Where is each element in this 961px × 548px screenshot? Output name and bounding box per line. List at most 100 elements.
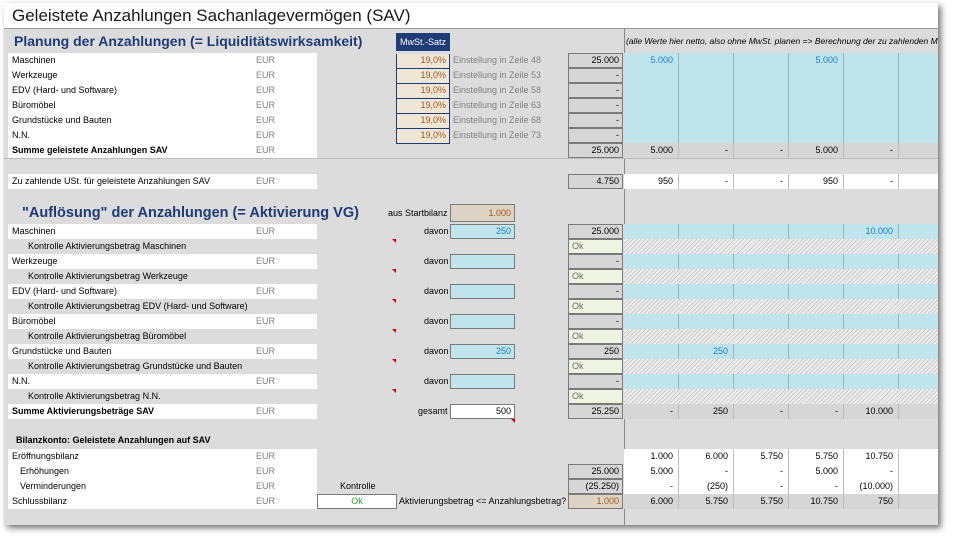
- planung-period-4[interactable]: 5.000: [789, 53, 844, 68]
- aufloesung-period-4[interactable]: [789, 374, 844, 389]
- aufloesung-period-6[interactable]: [899, 374, 938, 389]
- bilanz-period-4: 10.750: [789, 494, 844, 509]
- unit-label: EUR: [256, 70, 276, 80]
- startbilanz-value[interactable]: 1.000: [450, 204, 515, 222]
- aufloesung-period-6[interactable]: [899, 284, 938, 299]
- planung-period-4[interactable]: [789, 98, 844, 113]
- aufloesung-period-2[interactable]: [679, 284, 734, 299]
- planung-period-6[interactable]: [899, 128, 938, 143]
- aktivierung-sum-period-6: -: [899, 404, 938, 419]
- bilanz-period-6: 7: [899, 449, 938, 464]
- planung-period-2[interactable]: [679, 83, 734, 98]
- aufloesung-period-3[interactable]: [734, 374, 789, 389]
- mwst-rate-input[interactable]: 19,0%: [396, 99, 450, 114]
- planung-period-1[interactable]: 5.000: [624, 53, 679, 68]
- davon-input[interactable]: [450, 254, 515, 269]
- spreadsheet[interactable]: Geleistete Anzahlungen Sachanlagevermöge…: [4, 3, 938, 525]
- aufloesung-row-label: Büromöbel: [12, 316, 56, 326]
- aufloesung-period-1[interactable]: [624, 254, 679, 269]
- planung-period-1[interactable]: [624, 83, 679, 98]
- aufloesung-period-1[interactable]: [624, 284, 679, 299]
- planung-period-5[interactable]: [844, 98, 899, 113]
- aufloesung-period-1[interactable]: [624, 344, 679, 359]
- aufloesung-period-3[interactable]: [734, 344, 789, 359]
- planung-period-2[interactable]: [679, 68, 734, 83]
- aufloesung-period-6[interactable]: [899, 224, 938, 239]
- planung-period-6[interactable]: [899, 83, 938, 98]
- mwst-rate-input[interactable]: 19,0%: [396, 69, 450, 84]
- aufloesung-period-1[interactable]: [624, 314, 679, 329]
- aufloesung-period-6[interactable]: [899, 254, 938, 269]
- ust-period-4: 950: [789, 174, 844, 189]
- davon-input[interactable]: 250: [450, 344, 515, 359]
- aufloesung-period-6[interactable]: [899, 314, 938, 329]
- unit-label: EUR: [256, 130, 276, 140]
- planung-period-1[interactable]: [624, 98, 679, 113]
- planung-period-5[interactable]: [844, 113, 899, 128]
- planung-period-2[interactable]: [679, 128, 734, 143]
- planung-period-6[interactable]: [899, 98, 938, 113]
- aktivierung-sum-label: Summe Aktivierungsbeträge SAV: [12, 406, 155, 416]
- aufloesung-period-3[interactable]: [734, 314, 789, 329]
- planung-period-1[interactable]: [624, 113, 679, 128]
- aufloesung-period-3[interactable]: [734, 254, 789, 269]
- aufloesung-period-4[interactable]: [789, 284, 844, 299]
- planung-period-1[interactable]: [624, 68, 679, 83]
- davon-label: davon: [424, 346, 449, 356]
- planung-period-4[interactable]: [789, 83, 844, 98]
- aufloesung-period-5[interactable]: [844, 374, 899, 389]
- mwst-rate-input[interactable]: 19,0%: [396, 54, 450, 69]
- planung-period-3[interactable]: [734, 68, 789, 83]
- planung-period-4[interactable]: [789, 68, 844, 83]
- davon-input[interactable]: [450, 314, 515, 329]
- planung-period-3[interactable]: [734, 83, 789, 98]
- planung-period-5[interactable]: [844, 68, 899, 83]
- aufloesung-period-5[interactable]: [844, 344, 899, 359]
- planung-period-4[interactable]: [789, 113, 844, 128]
- aufloesung-period-4[interactable]: [789, 314, 844, 329]
- planung-period-2[interactable]: [679, 98, 734, 113]
- planung-period-5[interactable]: [844, 83, 899, 98]
- aufloesung-period-2[interactable]: [679, 374, 734, 389]
- planung-period-6[interactable]: [899, 113, 938, 128]
- aufloesung-period-5[interactable]: [844, 284, 899, 299]
- aufloesung-period-2[interactable]: 250: [679, 344, 734, 359]
- kontrolle-hatch: [624, 329, 938, 344]
- planung-period-3[interactable]: [734, 98, 789, 113]
- mwst-rate-input[interactable]: 19,0%: [396, 129, 450, 144]
- aufloesung-period-5[interactable]: 10.000: [844, 224, 899, 239]
- aufloesung-period-5[interactable]: [844, 254, 899, 269]
- aufloesung-period-5[interactable]: [844, 314, 899, 329]
- aufloesung-period-1[interactable]: [624, 224, 679, 239]
- aufloesung-period-1[interactable]: [624, 374, 679, 389]
- planung-period-2[interactable]: [679, 113, 734, 128]
- mwst-rate-input[interactable]: 19,0%: [396, 114, 450, 129]
- davon-input[interactable]: [450, 284, 515, 299]
- aufloesung-period-6[interactable]: [899, 344, 938, 359]
- planung-period-4[interactable]: [789, 128, 844, 143]
- planung-period-5[interactable]: [844, 53, 899, 68]
- planung-period-3[interactable]: [734, 113, 789, 128]
- davon-input[interactable]: [450, 374, 515, 389]
- aufloesung-period-2[interactable]: [679, 314, 734, 329]
- aufloesung-period-4[interactable]: [789, 224, 844, 239]
- aufloesung-period-3[interactable]: [734, 224, 789, 239]
- aufloesung-period-2[interactable]: [679, 224, 734, 239]
- ust-period-6: -: [899, 174, 938, 189]
- planung-sum-period-4: 5.000: [789, 143, 844, 158]
- aufloesung-period-2[interactable]: [679, 254, 734, 269]
- planung-period-6[interactable]: [899, 68, 938, 83]
- planung-period-1[interactable]: [624, 128, 679, 143]
- aufloesung-period-4[interactable]: [789, 254, 844, 269]
- davon-input[interactable]: 250: [450, 224, 515, 239]
- planung-period-5[interactable]: [844, 128, 899, 143]
- aufloesung-period-4[interactable]: [789, 344, 844, 359]
- planung-period-3[interactable]: [734, 128, 789, 143]
- aufloesung-period-3[interactable]: [734, 284, 789, 299]
- aktivierung-sum-total: 25.250: [568, 404, 623, 419]
- mwst-rate-input[interactable]: 19,0%: [396, 84, 450, 99]
- planung-period-3[interactable]: [734, 53, 789, 68]
- bilanz-period-5: 10.750: [844, 449, 899, 464]
- planung-period-2[interactable]: [679, 53, 734, 68]
- planung-period-6[interactable]: [899, 53, 938, 68]
